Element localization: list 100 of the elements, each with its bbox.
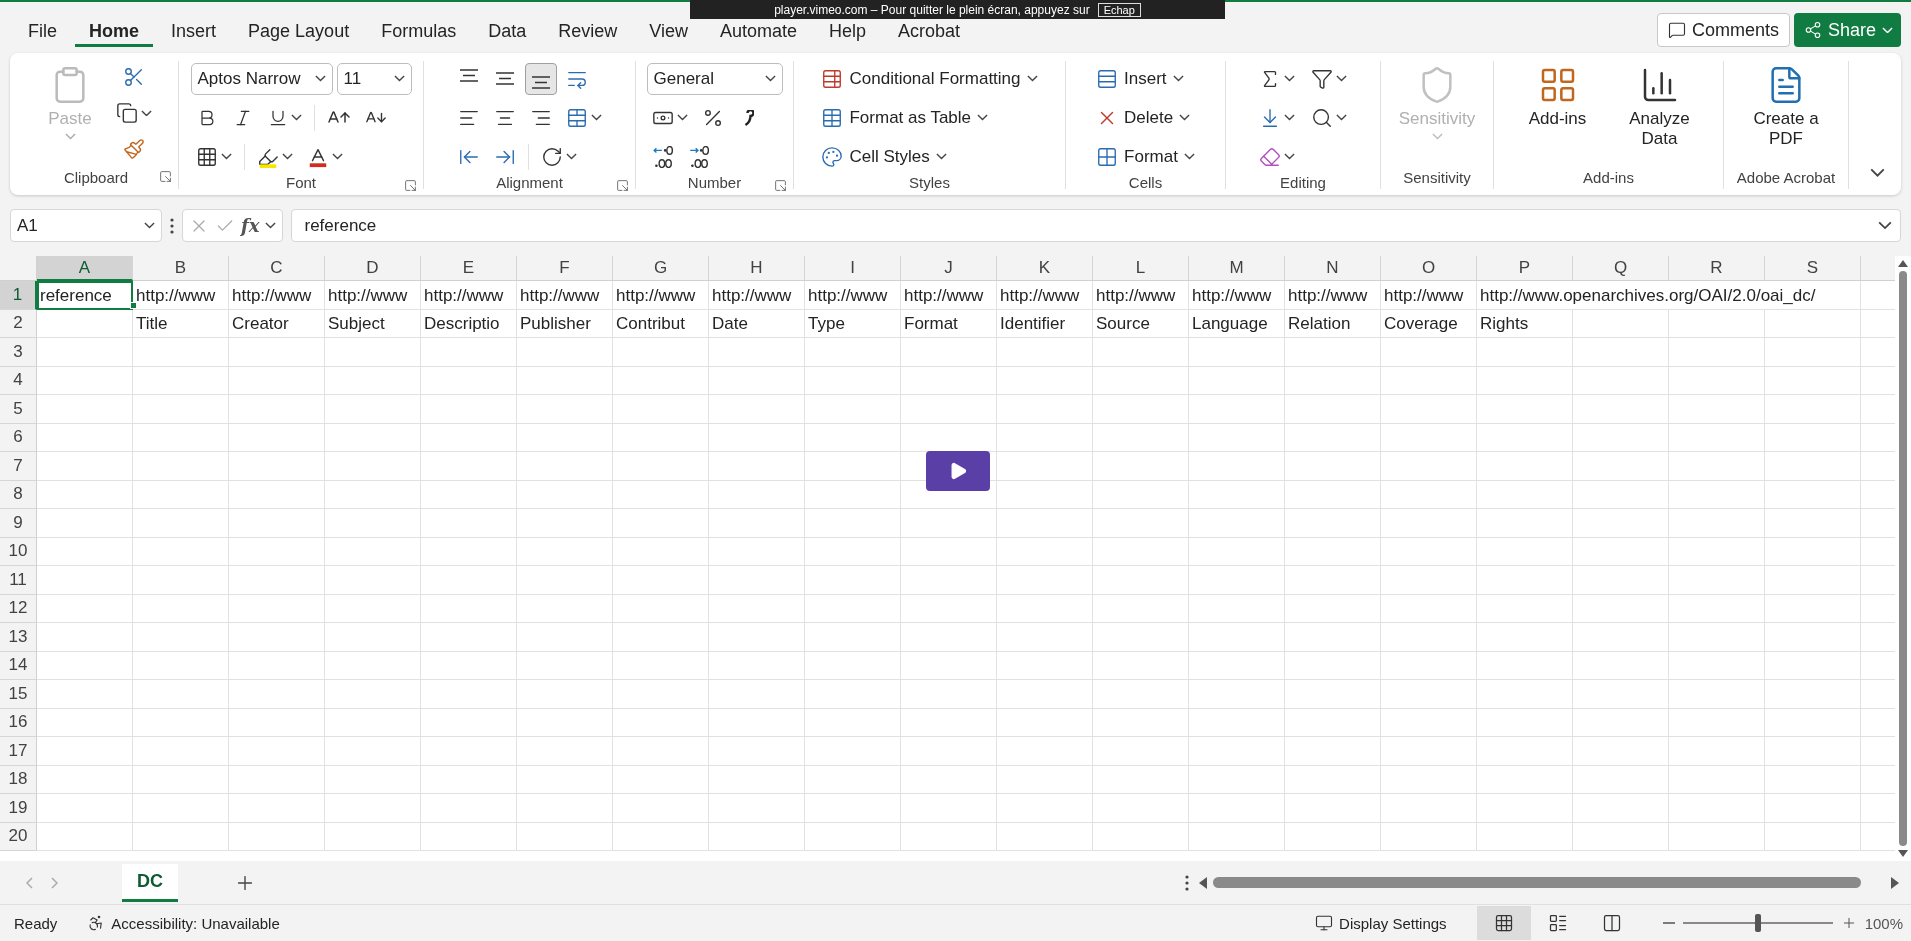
table-cell[interactable] (997, 594, 1093, 623)
table-cell[interactable]: http://www (709, 281, 805, 310)
table-cell[interactable] (1765, 537, 1861, 566)
table-cell[interactable] (1189, 480, 1285, 509)
table-cell[interactable] (229, 509, 325, 538)
table-cell[interactable] (1093, 423, 1189, 452)
menu-tab[interactable]: File (14, 19, 71, 47)
menu-tab[interactable]: Automate (705, 19, 811, 47)
table-cell[interactable] (517, 794, 613, 823)
table-cell[interactable] (1669, 338, 1765, 367)
table-cell[interactable] (37, 708, 133, 737)
table-cell[interactable] (37, 509, 133, 538)
table-cell[interactable]: http://www (901, 281, 997, 310)
menu-tab[interactable]: Review (544, 19, 632, 47)
table-cell[interactable] (1573, 480, 1669, 509)
table-cell[interactable] (1765, 338, 1861, 367)
row-header[interactable]: 4 (0, 366, 37, 395)
table-cell[interactable] (997, 537, 1093, 566)
table-cell[interactable]: http://www (325, 281, 421, 310)
table-cell[interactable] (517, 509, 613, 538)
table-cell[interactable]: http://www (1285, 281, 1381, 310)
table-cell[interactable] (1285, 480, 1381, 509)
table-cell[interactable] (37, 794, 133, 823)
table-cell[interactable] (1477, 395, 1573, 424)
table-cell[interactable] (325, 566, 421, 595)
table-cell[interactable]: http://www (1093, 281, 1189, 310)
table-cell[interactable] (1093, 651, 1189, 680)
table-cell[interactable] (997, 452, 1093, 481)
table-cell[interactable] (901, 623, 997, 652)
table-cell[interactable] (1669, 651, 1765, 680)
table-cell[interactable] (229, 765, 325, 794)
table-cell[interactable] (1573, 794, 1669, 823)
table-cell[interactable] (1573, 509, 1669, 538)
column-header[interactable]: O (1381, 256, 1477, 281)
table-cell[interactable] (1477, 822, 1573, 851)
table-cell[interactable] (1669, 309, 1765, 338)
table-cell[interactable] (997, 651, 1093, 680)
table-cell[interactable] (517, 623, 613, 652)
ribbon-large-button[interactable]: Analyze Data (1611, 61, 1708, 154)
table-cell[interactable] (805, 680, 901, 709)
table-cell[interactable] (1765, 651, 1861, 680)
table-cell[interactable] (613, 594, 709, 623)
table-cell[interactable] (805, 822, 901, 851)
table-cell[interactable]: Type (805, 309, 901, 338)
table-cell[interactable] (1189, 452, 1285, 481)
table-cell[interactable] (613, 623, 709, 652)
table-cell[interactable] (901, 338, 997, 367)
table-cell[interactable] (709, 765, 805, 794)
table-cell[interactable] (709, 594, 805, 623)
table-cell[interactable]: http://www (421, 281, 517, 310)
table-cell[interactable] (1669, 509, 1765, 538)
table-cell[interactable] (709, 651, 805, 680)
table-cell[interactable] (1093, 623, 1189, 652)
row-header[interactable]: 8 (0, 480, 37, 509)
table-cell[interactable] (613, 680, 709, 709)
table-cell[interactable] (1669, 566, 1765, 595)
table-cell[interactable] (517, 651, 613, 680)
table-cell[interactable] (133, 423, 229, 452)
dialog-launcher[interactable] (616, 179, 629, 192)
table-cell[interactable] (901, 765, 997, 794)
table-cell[interactable] (613, 452, 709, 481)
table-cell[interactable] (1573, 594, 1669, 623)
table-cell[interactable] (1573, 651, 1669, 680)
table-cell[interactable] (1285, 509, 1381, 538)
table-cell[interactable] (421, 708, 517, 737)
table-cell[interactable] (613, 651, 709, 680)
menu-tab[interactable]: View (635, 19, 702, 47)
table-cell[interactable] (37, 594, 133, 623)
table-cell[interactable] (613, 765, 709, 794)
table-cell[interactable]: Format (901, 309, 997, 338)
row-header[interactable]: 2 (0, 309, 37, 338)
table-cell[interactable] (1573, 423, 1669, 452)
row-header[interactable]: 10 (0, 537, 37, 566)
table-cell[interactable] (997, 366, 1093, 395)
table-cell[interactable] (1765, 480, 1861, 509)
table-cell[interactable] (421, 822, 517, 851)
table-cell[interactable] (133, 338, 229, 367)
table-cell[interactable]: http://www (1381, 281, 1477, 310)
row-header[interactable]: 1 (0, 281, 37, 310)
table-cell[interactable] (1477, 708, 1573, 737)
row-header[interactable]: 7 (0, 452, 37, 481)
column-header[interactable]: R (1669, 256, 1765, 281)
table-cell[interactable] (1477, 737, 1573, 766)
table-cell[interactable] (805, 765, 901, 794)
table-cell[interactable] (1285, 452, 1381, 481)
table-cell[interactable] (997, 480, 1093, 509)
table-cell[interactable] (1573, 537, 1669, 566)
table-cell[interactable] (37, 765, 133, 794)
table-cell[interactable] (325, 480, 421, 509)
table-cell[interactable] (901, 566, 997, 595)
table-cell[interactable] (613, 566, 709, 595)
table-cell[interactable] (1381, 794, 1477, 823)
table-cell[interactable] (1381, 452, 1477, 481)
table-cell[interactable] (709, 822, 805, 851)
table-cell[interactable] (1477, 594, 1573, 623)
table-cell[interactable] (997, 566, 1093, 595)
table-cell[interactable] (517, 680, 613, 709)
table-cell[interactable] (1765, 822, 1861, 851)
table-cell[interactable]: Date (709, 309, 805, 338)
table-cell[interactable] (1477, 509, 1573, 538)
